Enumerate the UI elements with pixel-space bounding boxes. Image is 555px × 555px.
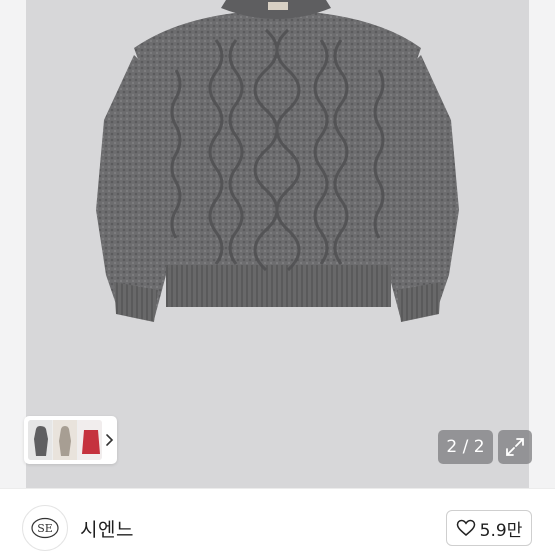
product-image-gallery[interactable]: 2 / 2 (0, 0, 555, 488)
shop-avatar[interactable]: SE (22, 505, 68, 551)
heart-outline-icon (456, 519, 475, 536)
like-count: 5.9만 (479, 520, 523, 541)
thumbnail-images[interactable] (28, 420, 102, 460)
shop-logo: SE (31, 517, 59, 539)
thumbnail-strip[interactable] (24, 416, 117, 464)
product-photo[interactable] (26, 0, 529, 488)
shop-logo-text: SE (37, 522, 53, 535)
chevron-right-icon[interactable] (102, 420, 116, 460)
shop-name[interactable]: 시엔느 (80, 515, 134, 542)
shop-info-bar: SE 시엔느 5.9만 (0, 488, 555, 555)
expand-icon (506, 438, 524, 456)
expand-button[interactable] (498, 430, 532, 464)
sweater-image (96, 0, 459, 322)
page-indicator: 2 / 2 (438, 430, 493, 464)
like-button[interactable]: 5.9만 (446, 510, 532, 546)
